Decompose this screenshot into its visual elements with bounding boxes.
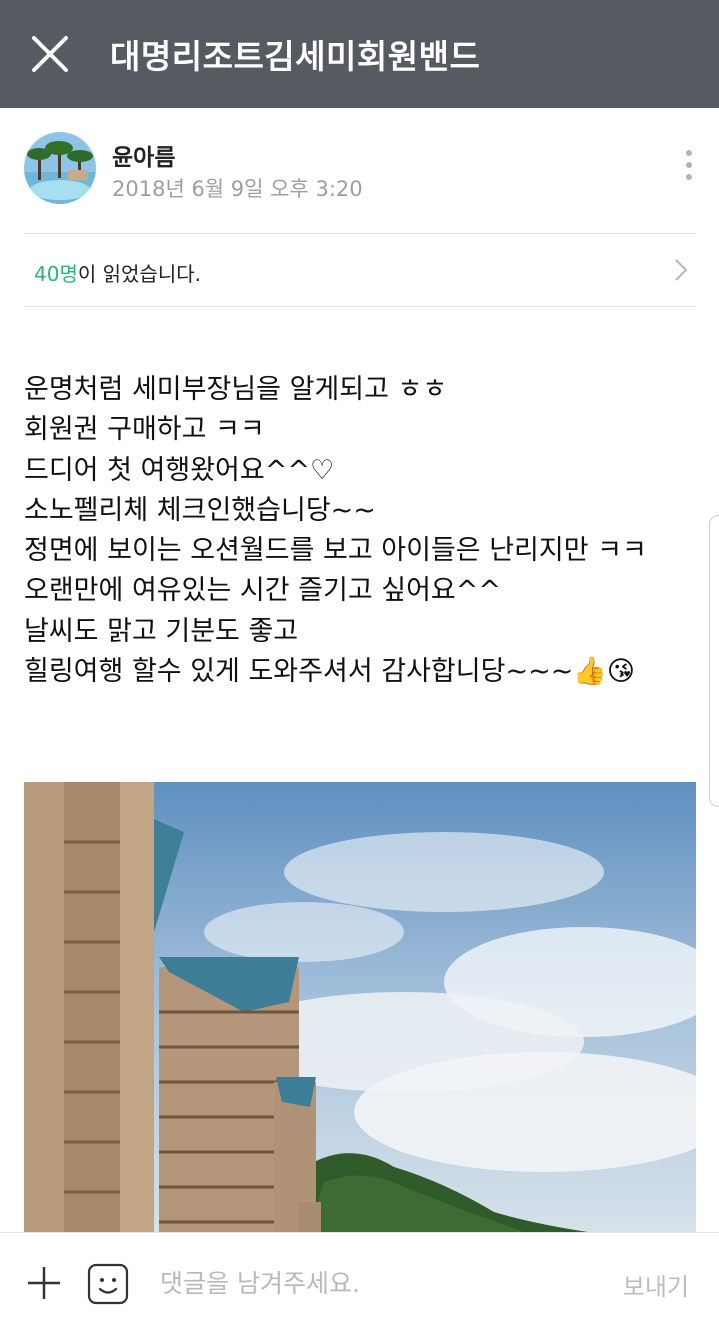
post-line: 힐링여행 할수 있게 도와주셔서 감사합니당~~~👍😘: [24, 656, 636, 688]
read-status-text: 40명이 읽었습니다.: [34, 258, 201, 287]
app-header: 대명리조트김세미회원밴드: [0, 0, 719, 108]
post-line: 날씨도 맑고 기분도 좋고: [24, 615, 299, 647]
post-body: 운명처럼 세미부장님을 알게되고 ㅎㅎ 회원권 구매하고 ㅋㅋ 드디어 첫 여행…: [24, 370, 704, 692]
comment-input[interactable]: [160, 1261, 580, 1305]
close-icon[interactable]: [22, 26, 78, 82]
emoji-icon[interactable]: [87, 1263, 129, 1305]
divider: [24, 306, 696, 307]
post-line: 회원권 구매하고 ㅋㅋ: [24, 414, 265, 446]
scrollbar[interactable]: [709, 515, 719, 807]
post-line: 소노펠리체 체크인했습니당~~: [24, 494, 376, 526]
post-photo[interactable]: [24, 782, 696, 1242]
read-status-suffix: 이 읽었습니다.: [77, 262, 201, 286]
post-line: 운명처럼 세미부장님을 알게되고 ㅎㅎ: [24, 374, 448, 405]
read-count: 40명: [34, 262, 78, 286]
author-name[interactable]: 윤아름: [112, 138, 175, 172]
read-status-row[interactable]: 40명이 읽었습니다.: [24, 234, 696, 306]
avatar[interactable]: [24, 132, 96, 204]
post-line: 정면에 보이는 오션월드를 보고 아이들은 난리지만 ㅋㅋ: [24, 535, 647, 567]
send-button[interactable]: 보내기: [623, 1267, 689, 1302]
post-line: 오랜만에 여유있는 시간 즐기고 싶어요^^: [24, 575, 502, 607]
plus-icon[interactable]: [26, 1265, 62, 1301]
post-timestamp: 2018년 6월 9일 오후 3:20: [112, 177, 363, 201]
more-vertical-icon[interactable]: [682, 150, 696, 190]
page-title: 대명리조트김세미회원밴드: [110, 37, 481, 76]
post-author: 윤아름 2018년 6월 9일 오후 3:20: [24, 132, 696, 212]
comment-bar: 보내기: [0, 1232, 719, 1330]
post-line: 드디어 첫 여행왔어요^^♡: [24, 454, 335, 486]
chevron-right-icon: [675, 259, 688, 281]
